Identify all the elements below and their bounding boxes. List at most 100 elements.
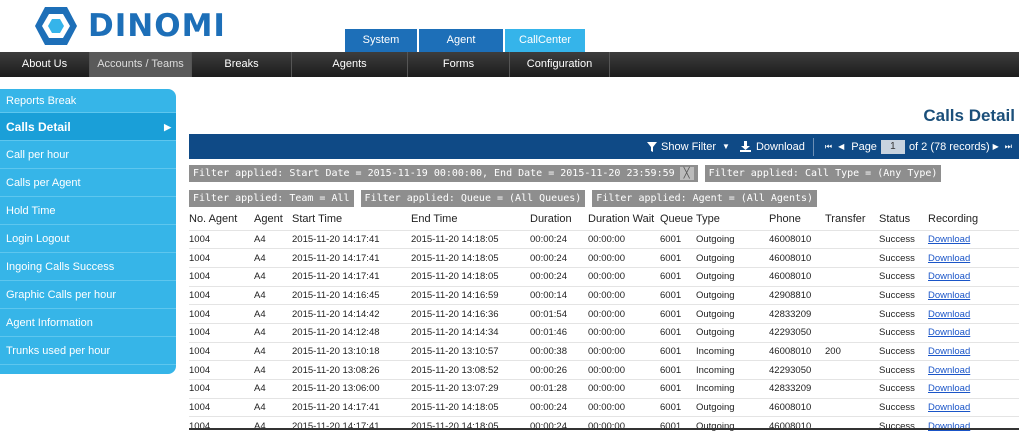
table-cell: Download: [928, 341, 1019, 361]
download-button[interactable]: Download: [739, 141, 805, 153]
filter-chip-agent: Filter applied: Agent = (All Agents): [592, 189, 818, 207]
table-cell: A4: [254, 266, 292, 287]
table-cell: Success: [879, 397, 928, 417]
table-cell: Download: [928, 360, 1019, 380]
column-header[interactable]: Start Time: [292, 208, 411, 230]
table-row[interactable]: 1004 A4 2015-11-20 13:06:00 2015-11-20 13:0…: [189, 379, 1019, 399]
download-recording-link[interactable]: Download: [928, 421, 970, 432]
sidebar-item-ingoing-calls-success[interactable]: Ingoing Calls Success: [0, 253, 176, 281]
show-filter-button[interactable]: Show Filter ▼: [647, 141, 730, 153]
column-header[interactable]: Agent: [254, 208, 292, 230]
table-row[interactable]: 1004 A4 2015-11-20 14:14:42 2015-11-20 14:1…: [189, 304, 1019, 324]
last-page-icon[interactable]: ⏭: [1005, 142, 1012, 152]
table-row[interactable]: 1004 A4 2015-11-20 14:17:41 2015-11-20 14:1…: [189, 266, 1019, 287]
applied-filters: Filter applied: Start Date = 2015-11-19 …: [189, 159, 1019, 208]
table-cell: 46008010: [769, 341, 825, 361]
column-header[interactable]: Duration Wait: [588, 208, 660, 230]
sidebar-item-trunks-used-per-hour[interactable]: Trunks used per hour: [0, 337, 176, 365]
table-row[interactable]: 1004 A4 2015-11-20 14:12:48 2015-11-20 14:1…: [189, 322, 1019, 343]
table-cell: 6001: [660, 266, 696, 287]
table-cell: 46008010: [769, 266, 825, 287]
download-recording-link[interactable]: Download: [928, 346, 970, 357]
tab-callcenter[interactable]: CallCenter: [505, 29, 585, 52]
next-page-icon[interactable]: ▶: [993, 142, 999, 151]
table-bottom-border: [189, 428, 1019, 430]
sidebar-item-hold-time[interactable]: Hold Time: [0, 197, 176, 225]
filter-chip-label: Filter applied: Team = All: [193, 192, 350, 204]
table-row[interactable]: 1004 A4 2015-11-20 14:17:41 2015-11-20 14:1…: [189, 229, 1019, 249]
sidebar-item-calls-detail[interactable]: Calls Detail ▶: [0, 113, 176, 141]
sidebar-item-login-logout[interactable]: Login Logout: [0, 225, 176, 253]
table-cell: 46008010: [769, 229, 825, 249]
table-cell: Download: [928, 266, 1019, 287]
download-recording-link[interactable]: Download: [928, 383, 970, 394]
nav-forms[interactable]: Forms: [408, 52, 510, 77]
table-cell: 00:00:00: [588, 229, 660, 249]
table-cell: A4: [254, 322, 292, 343]
table-row[interactable]: 1004 A4 2015-11-20 14:16:45 2015-11-20 14:1…: [189, 285, 1019, 305]
download-recording-link[interactable]: Download: [928, 402, 970, 413]
nav-agents[interactable]: Agents: [292, 52, 408, 77]
tab-system[interactable]: System: [345, 29, 417, 52]
sidebar-item-calls-per-agent[interactable]: Calls per Agent: [0, 169, 176, 197]
table-cell: 42833209: [769, 379, 825, 399]
download-recording-link[interactable]: Download: [928, 327, 970, 338]
column-header[interactable]: Transfer: [825, 208, 879, 230]
sidebar-item-call-per-hour[interactable]: Call per hour: [0, 141, 176, 169]
table-cell: Success: [879, 229, 928, 249]
sidebar-item-reports-break[interactable]: Reports Break: [0, 89, 176, 113]
download-recording-link[interactable]: Download: [928, 253, 970, 264]
nav-breaks[interactable]: Breaks: [192, 52, 292, 77]
download-recording-link[interactable]: Download: [928, 290, 970, 301]
filter-chip-label: Filter applied: Start Date = 2015-11-19 …: [193, 167, 675, 179]
table-cell: 00:00:00: [588, 266, 660, 287]
column-header[interactable]: Duration: [530, 208, 588, 230]
filter-chip-label: Filter applied: Queue = (All Queues): [364, 192, 582, 204]
show-filter-label: Show Filter: [661, 140, 717, 153]
brand-name: DINOMI: [88, 8, 226, 44]
table-cell: 6001: [660, 248, 696, 268]
download-recording-link[interactable]: Download: [928, 234, 970, 245]
filter-chip-call-type: Filter applied: Call Type = (Any Type): [704, 164, 942, 182]
first-page-icon[interactable]: ⏮: [825, 142, 832, 152]
table-cell: 2015-11-20 14:18:05: [411, 229, 530, 249]
close-icon[interactable]: ╳: [679, 166, 694, 180]
table-cell: 42293050: [769, 360, 825, 380]
table-cell: 1004: [189, 266, 254, 287]
table-cell: Download: [928, 379, 1019, 399]
nav-about-us[interactable]: About Us: [0, 52, 90, 77]
table-cell: 1004: [189, 229, 254, 249]
column-header[interactable]: Recording: [928, 208, 1019, 230]
table-cell: 00:00:00: [588, 360, 660, 380]
column-header[interactable]: Queue: [660, 208, 696, 230]
logo: DINOMI: [34, 4, 226, 48]
prev-page-icon[interactable]: ◀: [838, 142, 844, 151]
column-header[interactable]: No. Agent: [189, 208, 254, 230]
column-header[interactable]: Status: [879, 208, 928, 230]
download-recording-link[interactable]: Download: [928, 365, 970, 376]
column-header[interactable]: Type: [696, 208, 769, 230]
sidebar-item-graphic-calls-per-hour[interactable]: Graphic Calls per hour: [0, 281, 176, 309]
calls-detail-table: No. Agent Agent Start Time End Time Dura…: [189, 208, 1019, 432]
table-row[interactable]: 1004 A4 2015-11-20 13:10:18 2015-11-20 13:1…: [189, 341, 1019, 361]
download-recording-link[interactable]: Download: [928, 271, 970, 282]
page-info: of 2 (78 records): [908, 140, 990, 153]
table-cell: A4: [254, 341, 292, 361]
nav-accounts-teams[interactable]: Accounts / Teams: [90, 52, 192, 77]
sidebar-item-label: Calls Detail: [6, 120, 71, 134]
column-header[interactable]: Phone: [769, 208, 825, 230]
download-recording-link[interactable]: Download: [928, 309, 970, 320]
table-row[interactable]: 1004 A4 2015-11-20 14:17:41 2015-11-20 14:1…: [189, 248, 1019, 268]
table-cell: 1004: [189, 397, 254, 417]
column-header[interactable]: End Time: [411, 208, 530, 230]
table-cell: 2015-11-20 14:17:41: [292, 266, 411, 287]
tab-agent-console[interactable]: Agent Console: [419, 29, 503, 69]
table-row[interactable]: 1004 A4 2015-11-20 14:17:41 2015-11-20 14:1…: [189, 397, 1019, 417]
page-title: Calls Detail: [923, 106, 1015, 125]
table-cell: Success: [879, 322, 928, 343]
table-row[interactable]: 1004 A4 2015-11-20 13:08:26 2015-11-20 13:0…: [189, 360, 1019, 380]
nav-configuration[interactable]: Configuration: [510, 52, 610, 77]
page-number-input[interactable]: [880, 139, 905, 154]
sidebar-item-agent-information[interactable]: Agent Information: [0, 309, 176, 337]
table-cell: 42908810: [769, 285, 825, 305]
